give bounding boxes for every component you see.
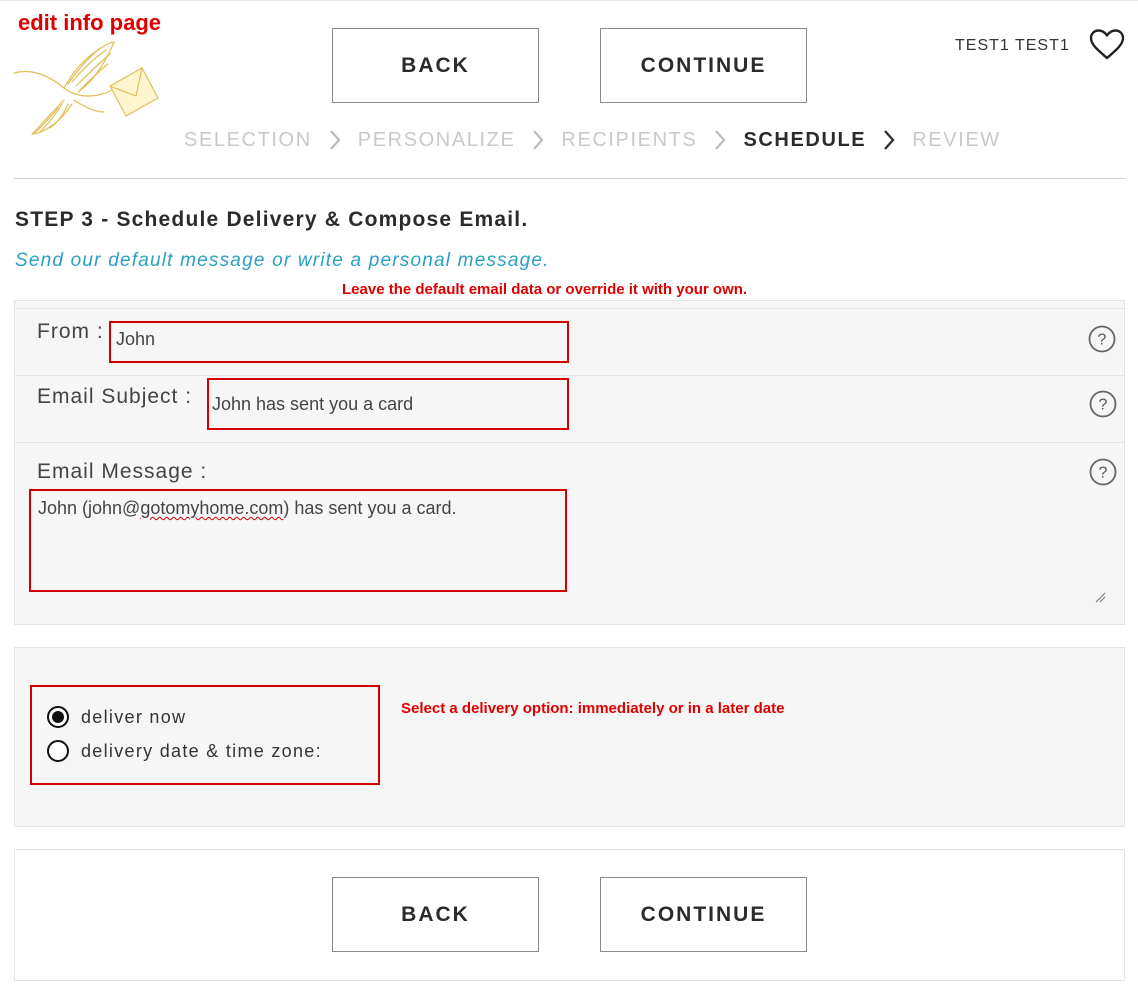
annotation-delivery-note: Select a delivery option: immediately or… xyxy=(401,700,785,717)
radio-delivery-date[interactable] xyxy=(47,740,69,762)
subject-label: Email Subject : xyxy=(37,385,193,408)
email-subject-field[interactable]: John has sent you a card xyxy=(207,378,569,430)
delivery-options: deliver now delivery date & time zone: xyxy=(30,685,380,785)
continue-button-bottom[interactable]: CONTINUE xyxy=(600,877,807,952)
email-form-panel: From : John ? Email Subject : John has s… xyxy=(14,300,1125,625)
step-personalize[interactable]: PERSONALIZE xyxy=(358,129,516,152)
delivery-date-option[interactable]: delivery date & time zone: xyxy=(47,740,322,762)
chevron-right-icon xyxy=(715,130,726,150)
from-field[interactable]: John xyxy=(109,321,569,363)
chevron-right-icon xyxy=(533,130,544,150)
annotation-page-title: edit info page xyxy=(18,10,161,35)
deliver-now-option[interactable]: deliver now xyxy=(47,706,186,728)
back-button-top[interactable]: BACK xyxy=(332,28,539,103)
bird-envelope-logo-icon xyxy=(13,41,159,135)
step-selection[interactable]: SELECTION xyxy=(184,129,312,152)
step-schedule[interactable]: SCHEDULE xyxy=(743,129,866,152)
step-review[interactable]: REVIEW xyxy=(912,129,1001,152)
deliver-now-label: deliver now xyxy=(81,706,187,727)
footer-actions xyxy=(14,849,1125,981)
message-text-suffix: ) has sent you a card. xyxy=(283,498,457,518)
back-button-bottom[interactable]: BACK xyxy=(332,877,539,952)
page-title: STEP 3 - Schedule Delivery & Compose Ema… xyxy=(15,208,529,231)
delivery-panel: deliver now delivery date & time zone: xyxy=(14,647,1125,827)
svg-text:?: ? xyxy=(1099,397,1108,414)
resize-handle-icon[interactable] xyxy=(1094,591,1106,603)
radio-deliver-now[interactable] xyxy=(47,706,69,728)
delivery-date-label: delivery date & time zone: xyxy=(81,740,322,761)
email-message-textarea[interactable]: John (john@gotomyhome.com) has sent you … xyxy=(29,489,567,592)
chevron-right-icon xyxy=(329,130,341,150)
message-label: Email Message : xyxy=(37,460,208,483)
continue-button-top[interactable]: CONTINUE xyxy=(600,28,807,103)
message-text-prefix: John (john@ xyxy=(38,498,141,518)
header-divider xyxy=(14,178,1125,179)
help-icon[interactable]: ? xyxy=(1089,458,1117,486)
from-label: From : xyxy=(37,320,104,343)
progress-steps: SELECTION PERSONALIZE RECIPIENTS SCHEDUL… xyxy=(184,127,1001,153)
svg-text:?: ? xyxy=(1098,332,1107,349)
page-subtitle: Send our default message or write a pers… xyxy=(15,250,550,271)
chevron-right-icon xyxy=(884,130,895,150)
step-recipients[interactable]: RECIPIENTS xyxy=(561,129,697,152)
heart-icon[interactable] xyxy=(1089,29,1125,61)
svg-text:?: ? xyxy=(1099,465,1108,482)
help-icon[interactable]: ? xyxy=(1089,390,1117,418)
message-text-misspelled: gotomyhome.com xyxy=(140,498,284,518)
top-border xyxy=(0,0,1138,1)
annotation-email-note: Leave the default email data or override… xyxy=(342,281,748,298)
user-name[interactable]: TEST1 TEST1 xyxy=(955,37,1070,55)
help-icon[interactable]: ? xyxy=(1088,325,1116,353)
